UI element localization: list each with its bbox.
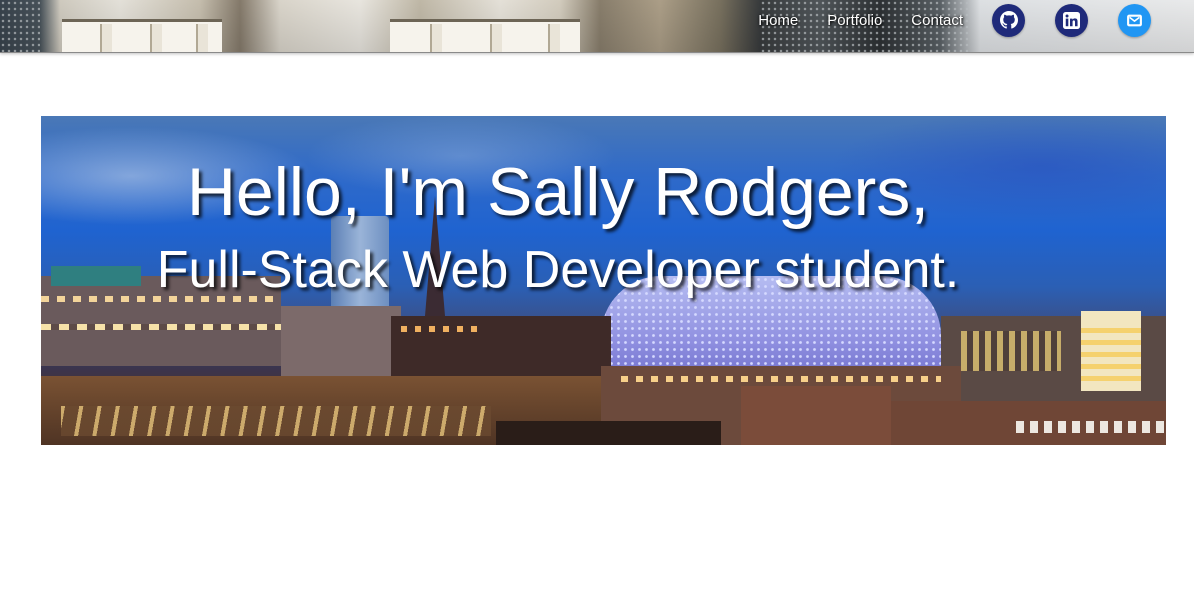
hero-title: Hello, I'm Sally Rodgers,	[186, 154, 930, 230]
header-bg-pillar	[548, 24, 560, 52]
nav-link-contact[interactable]: Contact	[911, 12, 963, 29]
main-nav: Home Portfolio Contact	[758, 0, 1194, 40]
hero-subtitle: Full-Stack Web Developer student.	[156, 241, 960, 299]
email-button[interactable]	[1118, 3, 1151, 37]
linkedin-button[interactable]	[1055, 3, 1088, 37]
nav-link-home[interactable]: Home	[758, 12, 798, 29]
github-button[interactable]	[992, 3, 1025, 37]
header-bg-pillar	[490, 24, 502, 52]
header-bg-pillar	[196, 24, 208, 52]
header-bg-pillar	[100, 24, 112, 52]
hero-banner: Hello, I'm Sally Rodgers, Full-Stack Web…	[41, 116, 1166, 445]
linkedin-icon	[1063, 11, 1080, 29]
email-icon	[1126, 12, 1143, 29]
nav-link-portfolio[interactable]: Portfolio	[827, 12, 882, 29]
github-icon	[999, 11, 1018, 29]
header-bg-building	[0, 0, 40, 52]
site-header: Home Portfolio Contact	[0, 0, 1194, 53]
header-bg-pillar	[150, 24, 162, 52]
header-bg-pillar	[430, 24, 442, 52]
